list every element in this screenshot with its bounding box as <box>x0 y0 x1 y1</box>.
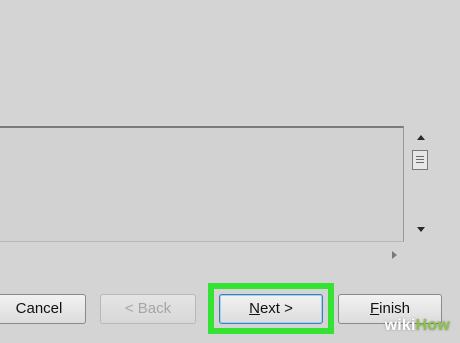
grip-line <box>416 156 424 157</box>
cancel-label: Cancel <box>15 300 63 317</box>
scroll-right-arrow-icon[interactable] <box>392 251 397 259</box>
finish-accelerator-key: F <box>369 300 380 317</box>
wikihow-watermark: wikiHow <box>385 317 450 335</box>
scroll-thumb[interactable] <box>412 150 428 170</box>
scroll-up-arrow-icon[interactable] <box>417 135 425 140</box>
highlight-box <box>208 283 334 334</box>
watermark-wiki: wiki <box>384 317 416 334</box>
watermark-how: How <box>415 317 450 334</box>
preview-pane <box>0 126 404 242</box>
finish-label: inish <box>379 300 411 317</box>
back-button[interactable]: < Back <box>100 294 196 324</box>
vertical-scrollbar[interactable] <box>408 126 434 242</box>
scroll-down-arrow-icon[interactable] <box>417 227 425 232</box>
cancel-button[interactable]: Cancel <box>0 294 86 324</box>
grip-line <box>416 159 424 160</box>
grip-line <box>416 162 424 163</box>
back-label: < Back <box>124 300 172 317</box>
